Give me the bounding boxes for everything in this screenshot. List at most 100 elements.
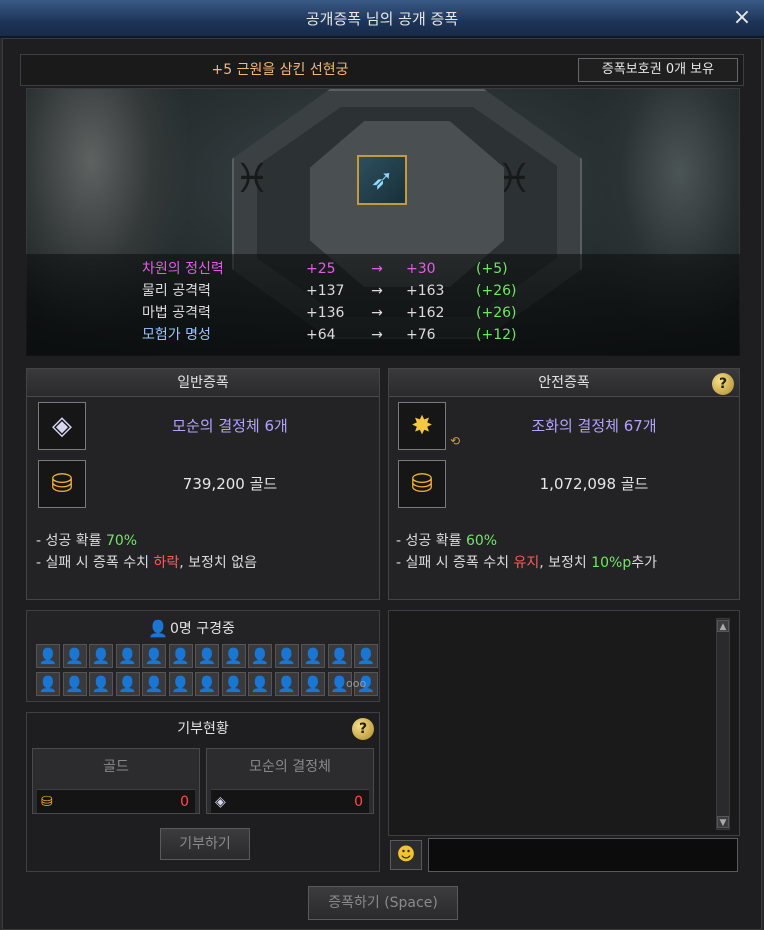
spectator-seat[interactable]: 👤 bbox=[195, 644, 219, 668]
donate-button[interactable]: 기부하기 bbox=[160, 828, 250, 860]
person-icon: 👤 bbox=[330, 647, 349, 665]
person-icon: 👤 bbox=[250, 675, 270, 693]
stat-name: 모험가 명성 bbox=[142, 327, 211, 343]
spectator-seat[interactable]: 👤 bbox=[115, 672, 140, 696]
gold-slot: ⛁ bbox=[398, 460, 446, 508]
fail-rule-label: - 실패 시 증폭 수치 bbox=[396, 555, 514, 571]
help-icon[interactable]: ? bbox=[352, 718, 374, 740]
gold-donation-field: ⛁ 0 bbox=[37, 789, 195, 813]
spectator-seat[interactable]: 👤 bbox=[62, 644, 87, 668]
spectator-seat[interactable]: 👤 bbox=[89, 672, 113, 696]
chat-scrollbar[interactable] bbox=[716, 618, 730, 830]
spectator-seat[interactable]: 👤 bbox=[221, 644, 246, 668]
spectator-seat[interactable]: 👤 bbox=[142, 644, 166, 668]
stat-name: 물리 공격력 bbox=[142, 283, 211, 299]
spectator-seat[interactable]: 👤 bbox=[36, 672, 60, 696]
window-title: 공개증폭 님의 공개 증폭 bbox=[305, 10, 459, 28]
safe-gold-cost: 1,072,098 골드 bbox=[539, 475, 649, 493]
close-icon[interactable]: × bbox=[730, 7, 754, 31]
fail-rule-bonus: 10%p bbox=[591, 555, 632, 571]
spectator-seat[interactable]: 👤 bbox=[301, 672, 325, 696]
spectator-seat[interactable]: 👤 bbox=[195, 672, 219, 696]
success-rate-value: 60% bbox=[465, 533, 498, 549]
person-icon: 👤 bbox=[356, 647, 376, 665]
person-icon: 👤 bbox=[277, 675, 296, 693]
scroll-up-icon[interactable]: ▲ bbox=[717, 620, 729, 632]
spectator-seat[interactable]: 👤 bbox=[36, 644, 60, 668]
arrow-icon: → bbox=[371, 327, 383, 343]
spectator-seat[interactable]: 👤 bbox=[62, 672, 87, 696]
safe-upgrade-title: 안전증폭 bbox=[389, 369, 739, 397]
chat-input[interactable] bbox=[428, 838, 738, 872]
person-icon: 👤 bbox=[91, 675, 111, 693]
person-icon: 👤 bbox=[303, 647, 323, 665]
normal-material-cost: 모순의 결정체 6개 bbox=[172, 417, 288, 435]
normal-fail-rule: - 실패 시 증폭 수치 하락, 보정치 없음 bbox=[36, 552, 376, 574]
person-icon: 👤 bbox=[118, 675, 137, 693]
chat-log[interactable] bbox=[388, 610, 740, 836]
normal-success-rate: - 성공 확률 70% bbox=[36, 530, 376, 552]
crystal-icon: ◈ bbox=[52, 411, 72, 441]
crystal-donation-field: ◈ 0 bbox=[211, 789, 369, 813]
stat-next: +163 bbox=[406, 283, 445, 299]
spectator-seat[interactable]: 👤 bbox=[89, 644, 113, 668]
bow-weapon-icon: ➶ bbox=[359, 157, 405, 203]
fail-rule-label: - 실패 시 증폭 수치 bbox=[36, 555, 154, 571]
stat-diff: (+26) bbox=[476, 283, 517, 299]
spectator-seat[interactable]: 👤 bbox=[142, 672, 166, 696]
crystal-donation-box: 모순의 결정체 ◈ 0 bbox=[206, 748, 374, 814]
person-icon: 👤 bbox=[38, 647, 58, 665]
spectator-seat[interactable]: 👤 bbox=[327, 644, 352, 668]
gold-coins-icon: ⛁ bbox=[41, 794, 53, 810]
scroll-down-icon[interactable]: ▼ bbox=[717, 816, 729, 828]
crystal-donation-label: 모순의 결정체 bbox=[249, 759, 331, 775]
fail-rule-mid: , 보정치 bbox=[539, 555, 592, 571]
safe-fail-rule: - 실패 시 증폭 수치 유지, 보정치 10%p추가 bbox=[396, 552, 736, 574]
person-icon: 👤 bbox=[148, 619, 168, 638]
spectator-seat[interactable]: 👤 bbox=[301, 644, 325, 668]
gold-donation-box: 골드 ⛁ 0 bbox=[32, 748, 200, 814]
person-icon: 👤 bbox=[65, 675, 84, 693]
spectator-seat[interactable]: 👤 bbox=[274, 644, 299, 668]
stat-next: +30 bbox=[406, 261, 436, 277]
spectator-seat[interactable]: 👤 bbox=[168, 672, 193, 696]
arrow-icon: → bbox=[371, 261, 383, 277]
stat-diff: (+12) bbox=[476, 327, 517, 343]
spectator-seat[interactable]: 👤 bbox=[354, 644, 378, 668]
stat-diff: (+26) bbox=[476, 305, 517, 321]
person-icon: 👤 bbox=[250, 647, 270, 665]
more-spectators-icon[interactable]: ooo bbox=[346, 672, 374, 696]
spectator-seat[interactable]: 👤 bbox=[248, 644, 272, 668]
person-icon: 👤 bbox=[277, 647, 296, 665]
person-icon: 👤 bbox=[171, 647, 190, 665]
crystal-slot: ◈ bbox=[38, 402, 86, 450]
crystal-icon: ◈ bbox=[215, 794, 226, 810]
person-icon: 👤 bbox=[224, 675, 243, 693]
star-crystal-icon: ✸ bbox=[411, 411, 433, 441]
success-rate-label: - 성공 확률 bbox=[36, 533, 106, 549]
upgrade-button[interactable]: 증폭하기 (Space) bbox=[308, 886, 458, 920]
person-icon: 👤 bbox=[91, 647, 111, 665]
spectator-seat[interactable]: 👤 bbox=[115, 644, 140, 668]
fail-rule-suffix: , 보정치 없음 bbox=[179, 555, 257, 571]
person-icon: 👤 bbox=[224, 647, 243, 665]
spectator-seat[interactable]: 👤 bbox=[221, 672, 246, 696]
safe-material-cost: 조화의 결정체 67개 bbox=[531, 417, 657, 435]
spectator-count: 0명 구경중 bbox=[170, 621, 235, 637]
person-icon: 👤 bbox=[197, 647, 217, 665]
stat-current: +137 bbox=[306, 283, 345, 299]
help-icon[interactable]: ? bbox=[712, 373, 734, 395]
spectator-seat[interactable]: 👤 bbox=[248, 672, 272, 696]
gold-slot: ⛁ bbox=[38, 460, 86, 508]
success-rate-value: 70% bbox=[105, 533, 138, 549]
person-icon: 👤 bbox=[197, 675, 217, 693]
gold-coins-icon: ⛁ bbox=[411, 469, 433, 499]
fail-rule-suffix: 추가 bbox=[631, 555, 658, 571]
smiley-face-icon[interactable]: ☻ bbox=[390, 840, 422, 870]
person-icon: 👤 bbox=[303, 675, 323, 693]
person-icon: 👤 bbox=[144, 675, 164, 693]
item-name: +5 근원을 삼킨 선현궁 bbox=[211, 62, 349, 78]
spectator-seat[interactable]: 👤 bbox=[274, 672, 299, 696]
fail-rule-value: 하락 bbox=[153, 555, 180, 571]
spectator-seat[interactable]: 👤 bbox=[168, 644, 193, 668]
